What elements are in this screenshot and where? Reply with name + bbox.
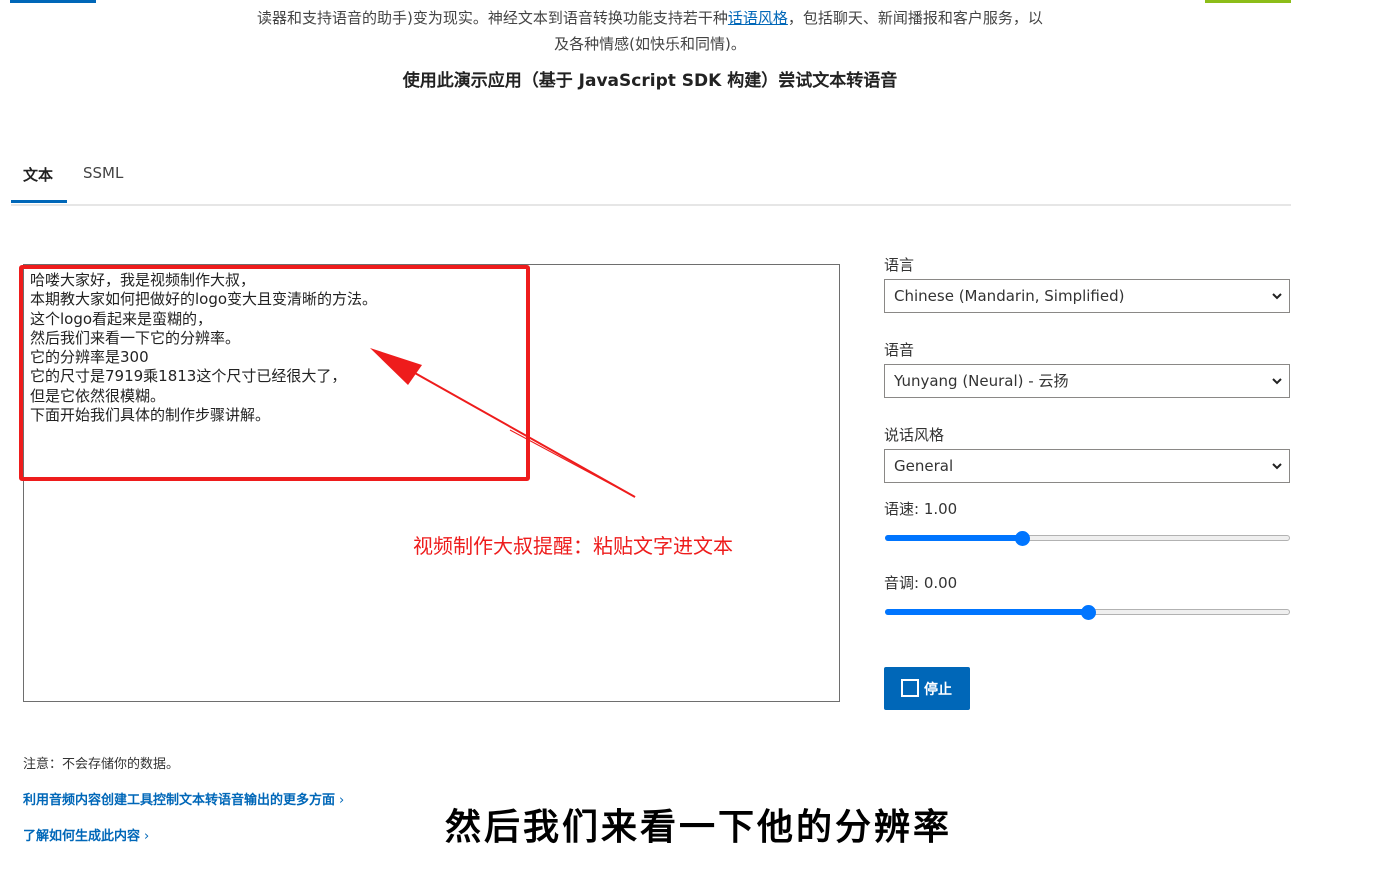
voice-label: 语音: [884, 341, 915, 359]
video-subtitle: 然后我们来看一下他的分辨率: [445, 806, 953, 848]
chevron-right-icon: ›: [144, 829, 150, 844]
top-accent-bar-right: [1205, 0, 1291, 3]
slider-fill: [885, 609, 1088, 615]
top-accent-bar-left: [10, 0, 96, 3]
pitch-slider[interactable]: [885, 605, 1290, 621]
text-input-area[interactable]: 哈喽大家好，我是视频制作大叔， 本期教大家如何把做好的logo变大且变清晰的方法…: [23, 264, 840, 702]
chevron-down-icon: [1272, 378, 1282, 385]
chevron-right-icon: ›: [339, 793, 345, 808]
tab-selected-underline: [11, 200, 67, 203]
language-select-value: Chinese (Mandarin, Simplified): [894, 287, 1125, 305]
intro-paragraph-line-2: 及各种情感(如快乐和同情)。: [554, 35, 746, 53]
privacy-note: 注意：不会存储你的数据。: [23, 757, 180, 772]
speech-rate-label: 语速: 1.00: [884, 500, 958, 518]
intro-text-after-link: ，包括聊天、新闻播报和客户服务，以: [787, 9, 1043, 27]
chevron-down-icon: [1272, 293, 1282, 300]
language-select[interactable]: Chinese (Mandarin, Simplified): [884, 279, 1290, 313]
pitch-label: 音调: 0.00: [884, 574, 958, 592]
slider-thumb[interactable]: [1080, 605, 1096, 620]
speaking-style-select[interactable]: General: [884, 449, 1290, 483]
slider-thumb[interactable]: [1014, 531, 1030, 546]
slider-fill: [885, 535, 1022, 541]
speaking-style-select-value: General: [894, 457, 954, 475]
speaking-style-label: 说话风格: [884, 426, 945, 444]
intro-paragraph-line-1: 读器和支持语音的助手)变为现实。神经文本到语音转换功能支持若干种话语风格，包括聊…: [0, 7, 1300, 28]
stop-button[interactable]: 停止: [884, 667, 970, 710]
speech-rate-slider[interactable]: [885, 531, 1290, 547]
stop-button-label: 停止: [924, 682, 952, 698]
chevron-down-icon: [1272, 463, 1282, 470]
page: 读器和支持语音的助手)变为现实。神经文本到语音转换功能支持若干种话语风格，包括聊…: [0, 0, 1395, 875]
tab-text[interactable]: 文本: [23, 164, 53, 185]
learn-how-generated-link[interactable]: 了解如何生成此内容 ›: [23, 825, 149, 844]
learn-how-generated-link-label: 了解如何生成此内容: [23, 829, 141, 844]
voice-select[interactable]: Yunyang (Neural) - 云扬: [884, 364, 1290, 398]
annotation-note: 视频制作大叔提醒：粘贴文字进文本: [413, 534, 733, 558]
stop-square-icon: [901, 679, 919, 697]
voice-select-value: Yunyang (Neural) - 云扬: [894, 372, 1069, 390]
language-label: 语言: [884, 256, 915, 274]
intro-text-before-link: 读器和支持语音的助手)变为现实。神经文本到语音转换功能支持若干种: [257, 9, 728, 27]
input-mode-tabs: 文本 SSML: [11, 158, 1291, 206]
tab-ssml[interactable]: SSML: [83, 164, 123, 182]
demo-subheading: 使用此演示应用（基于 JavaScript SDK 构建）尝试文本转语音: [402, 71, 898, 91]
speaking-styles-link[interactable]: 话语风格: [728, 9, 788, 27]
audio-content-creation-link[interactable]: 利用音频内容创建工具控制文本转语音输出的更多方面 ›: [23, 789, 344, 808]
audio-content-creation-link-label: 利用音频内容创建工具控制文本转语音输出的更多方面: [23, 793, 336, 808]
